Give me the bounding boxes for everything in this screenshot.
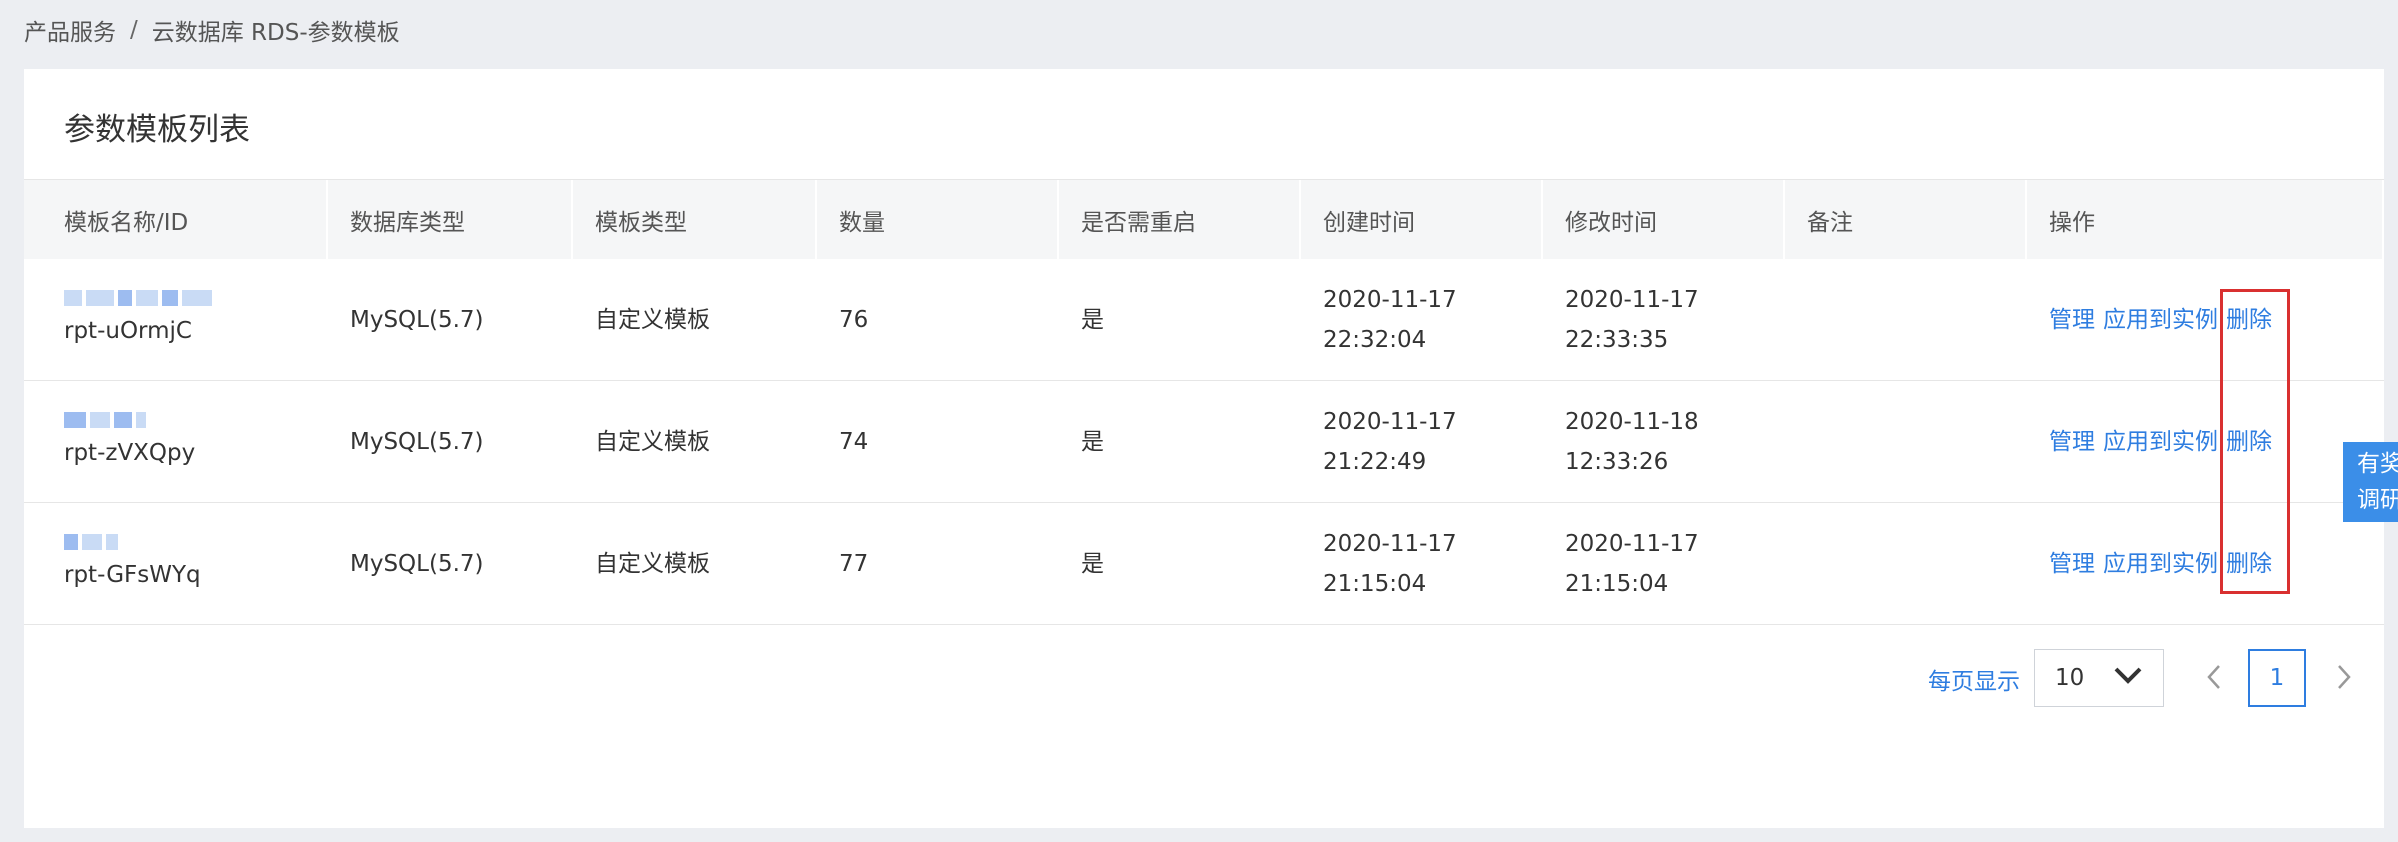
cell-template-type: 自定义模板 — [595, 306, 710, 333]
cell-created: 2020-11-17 21:15:04 — [1301, 503, 1543, 624]
manage-link[interactable]: 管理 — [2049, 544, 2095, 584]
created-time: 22:32:04 — [1323, 326, 1427, 353]
pagination: 每页显示 10 1 — [24, 649, 2384, 709]
delete-column-highlight-box — [2220, 289, 2290, 594]
cell-modified: 2020-11-18 12:33:26 — [1543, 381, 1785, 502]
cell-actions: 管理 应用到实例 删除 — [2027, 503, 2384, 624]
col-header-count: 数量 — [817, 180, 1059, 260]
cell-modified: 2020-11-17 21:15:04 — [1543, 503, 1785, 624]
breadcrumb-current: 云数据库 RDS-参数模板 — [151, 20, 400, 46]
prev-page-button[interactable] — [2194, 649, 2234, 709]
modified-date: 2020-11-17 — [1565, 286, 1699, 313]
modified-time: 22:33:35 — [1565, 326, 1669, 353]
cell-actions: 管理 应用到实例 删除 — [2027, 259, 2384, 380]
cell-restart: 是 — [1081, 306, 1104, 333]
cell-note — [1785, 503, 2027, 624]
created-time: 21:15:04 — [1323, 570, 1427, 597]
modified-date: 2020-11-17 — [1565, 530, 1699, 557]
col-header-restart: 是否需重启 — [1059, 180, 1301, 260]
template-list-panel: 参数模板列表 模板名称/ID 数据库类型 模板类型 数量 是否需重启 创建时间 … — [24, 69, 2384, 828]
template-id: rpt-GFsWYq — [64, 561, 201, 588]
cell-db-type: MySQL(5.7) — [350, 428, 484, 455]
redacted-name — [64, 533, 118, 551]
col-header-db-type: 数据库类型 — [328, 180, 573, 260]
modified-time: 21:15:04 — [1565, 570, 1669, 597]
cell-actions: 管理 应用到实例 删除 — [2027, 381, 2384, 502]
created-date: 2020-11-17 — [1323, 408, 1457, 435]
float-tab-line2: 调研 — [2357, 487, 2398, 513]
per-page-select[interactable]: 10 — [2034, 649, 2164, 707]
float-tab-line1: 有奖 — [2357, 451, 2398, 477]
breadcrumb-root[interactable]: 产品服务 — [24, 13, 116, 47]
col-header-actions: 操作 — [2027, 180, 2384, 260]
cell-modified: 2020-11-17 22:33:35 — [1543, 259, 1785, 380]
breadcrumb: 产品服务 / 云数据库 RDS-参数模板 — [24, 12, 400, 48]
next-page-button[interactable] — [2324, 649, 2364, 709]
chevron-right-icon — [2336, 663, 2352, 695]
cell-note — [1785, 381, 2027, 502]
apply-to-instance-link[interactable]: 应用到实例 — [2103, 300, 2218, 340]
col-header-note: 备注 — [1785, 180, 2027, 260]
col-header-template-type: 模板类型 — [573, 180, 817, 260]
cell-count: 76 — [839, 306, 869, 333]
col-header-created: 创建时间 — [1301, 180, 1543, 260]
per-page-label: 每页显示 — [1928, 669, 2020, 695]
cell-db-type: MySQL(5.7) — [350, 550, 484, 577]
apply-to-instance-link[interactable]: 应用到实例 — [2103, 422, 2218, 462]
template-table: 模板名称/ID 数据库类型 模板类型 数量 是否需重启 创建时间 修改时间 备注… — [24, 179, 2384, 625]
breadcrumb-separator: / — [130, 17, 138, 43]
apply-to-instance-link[interactable]: 应用到实例 — [2103, 544, 2218, 584]
cell-name: rpt-uOrmjC — [24, 259, 328, 380]
modified-time: 12:33:26 — [1565, 448, 1669, 475]
survey-float-tab[interactable]: 有奖 调研 — [2343, 442, 2398, 522]
page-number-button[interactable]: 1 — [2248, 649, 2306, 707]
col-header-modified: 修改时间 — [1543, 180, 1785, 260]
cell-db-type: MySQL(5.7) — [350, 306, 484, 333]
panel-title: 参数模板列表 — [64, 112, 250, 148]
table-row: rpt-uOrmjC MySQL(5.7) 自定义模板 76 是 2020-11… — [24, 259, 2384, 381]
cell-name: rpt-zVXQpy — [24, 381, 328, 502]
cell-template-type: 自定义模板 — [595, 428, 710, 455]
cell-restart: 是 — [1081, 550, 1104, 577]
redacted-name — [64, 289, 212, 307]
template-id: rpt-zVXQpy — [64, 439, 196, 466]
per-page-value: 10 — [2055, 665, 2085, 691]
created-time: 21:22:49 — [1323, 448, 1427, 475]
col-header-name: 模板名称/ID — [24, 180, 328, 260]
cell-count: 74 — [839, 428, 869, 455]
cell-count: 77 — [839, 550, 869, 577]
table-header: 模板名称/ID 数据库类型 模板类型 数量 是否需重启 创建时间 修改时间 备注… — [24, 179, 2384, 260]
chevron-left-icon — [2206, 663, 2222, 695]
manage-link[interactable]: 管理 — [2049, 300, 2095, 340]
table-row: rpt-GFsWYq MySQL(5.7) 自定义模板 77 是 2020-11… — [24, 503, 2384, 625]
created-date: 2020-11-17 — [1323, 530, 1457, 557]
cell-name: rpt-GFsWYq — [24, 503, 328, 624]
modified-date: 2020-11-18 — [1565, 408, 1699, 435]
cell-created: 2020-11-17 21:22:49 — [1301, 381, 1543, 502]
chevron-down-icon — [2113, 665, 2143, 691]
cell-template-type: 自定义模板 — [595, 550, 710, 577]
redacted-name — [64, 411, 146, 429]
manage-link[interactable]: 管理 — [2049, 422, 2095, 462]
cell-note — [1785, 259, 2027, 380]
cell-restart: 是 — [1081, 428, 1104, 455]
template-id: rpt-uOrmjC — [64, 317, 192, 344]
created-date: 2020-11-17 — [1323, 286, 1457, 313]
table-row: rpt-zVXQpy MySQL(5.7) 自定义模板 74 是 2020-11… — [24, 381, 2384, 503]
cell-created: 2020-11-17 22:32:04 — [1301, 259, 1543, 380]
